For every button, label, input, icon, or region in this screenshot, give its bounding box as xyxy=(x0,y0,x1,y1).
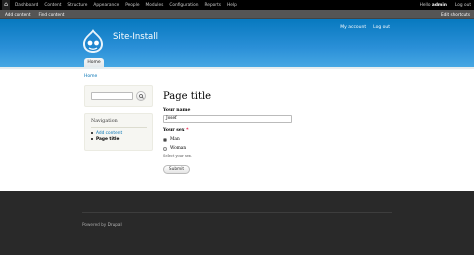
radio-button[interactable] xyxy=(163,146,167,151)
radio-button-selected[interactable] xyxy=(163,137,167,142)
powered-by-text: Powered by xyxy=(82,222,107,227)
hello-user: Hello admin xyxy=(420,3,447,8)
radio-label-man: Man xyxy=(170,137,180,142)
secondary-menu: My account Log out xyxy=(340,25,390,30)
header-divider xyxy=(0,67,474,69)
required-marker: * xyxy=(186,128,189,133)
footer-divider xyxy=(82,212,392,213)
home-icon[interactable]: ⌂ xyxy=(2,0,10,10)
site-name[interactable]: Site-Install xyxy=(113,32,158,42)
page-title: Page title xyxy=(163,91,212,102)
radio-label-woman: Woman xyxy=(170,146,187,151)
my-account-link[interactable]: My account xyxy=(340,25,366,30)
toolbar-item-modules[interactable]: Modules xyxy=(143,3,167,8)
toolbar-item-configuration[interactable]: Configuration xyxy=(166,3,201,8)
toolbar-item-reports[interactable]: Reports xyxy=(202,3,224,8)
navigation-divider xyxy=(91,127,147,128)
submit-button[interactable]: Submit xyxy=(163,165,190,174)
search-input[interactable] xyxy=(91,92,133,100)
sex-label-text: Your sex xyxy=(163,128,185,133)
shortcut-bar: Add content Find content Edit shortcuts xyxy=(0,10,474,19)
sex-label: Your sex * xyxy=(163,128,189,133)
name-input[interactable]: Josef xyxy=(163,115,292,123)
edit-shortcuts-link[interactable]: Edit shortcuts xyxy=(441,10,470,19)
powered-by: Powered by Drupal xyxy=(82,222,122,227)
radio-option-woman[interactable]: Woman xyxy=(163,146,186,151)
navigation-block: Navigation Add content Page title xyxy=(84,113,153,151)
site-header xyxy=(0,19,474,68)
toolbar-item-appearance[interactable]: Appearance xyxy=(90,3,122,8)
radio-option-man[interactable]: Man xyxy=(163,137,180,142)
search-button[interactable] xyxy=(136,91,146,101)
hello-prefix: Hello xyxy=(419,2,431,8)
footer xyxy=(0,191,474,255)
bullet-icon xyxy=(91,131,93,134)
toolbar-item-help[interactable]: Help xyxy=(224,3,240,8)
search-icon xyxy=(138,93,144,99)
navigation-title: Navigation xyxy=(91,119,118,124)
name-label: Your name xyxy=(163,108,191,113)
toolbar-item-content[interactable]: Content xyxy=(41,3,64,8)
nav-item-add-content[interactable]: Add content xyxy=(91,131,122,136)
drupal-link[interactable]: Drupal xyxy=(108,222,122,227)
toolbar-item-dashboard[interactable]: Dashboard xyxy=(12,3,41,8)
sex-description: Select your sex. xyxy=(163,154,192,158)
shortcut-find-content[interactable]: Find content xyxy=(33,12,67,17)
toolbar-user: Hello admin Log out xyxy=(420,0,471,10)
nav-item-label: Add content xyxy=(96,131,123,136)
drupal-logo-icon[interactable] xyxy=(82,28,104,54)
toolbar-item-people[interactable]: People xyxy=(122,3,142,8)
admin-toolbar: ⌂ Dashboard Content Structure Appearance… xyxy=(0,0,474,10)
nav-item-page-title[interactable]: Page title xyxy=(91,137,119,142)
nav-item-label: Page title xyxy=(96,137,120,142)
shortcut-add-content[interactable]: Add content xyxy=(0,12,33,17)
username-link[interactable]: admin xyxy=(432,3,447,8)
bullet-icon xyxy=(91,137,93,140)
breadcrumb[interactable]: Home xyxy=(84,74,97,79)
search-block xyxy=(84,85,153,107)
logout-link[interactable]: Log out xyxy=(373,25,390,30)
toolbar-item-structure[interactable]: Structure xyxy=(64,3,90,8)
toolbar-logout-link[interactable]: Log out xyxy=(455,3,471,8)
